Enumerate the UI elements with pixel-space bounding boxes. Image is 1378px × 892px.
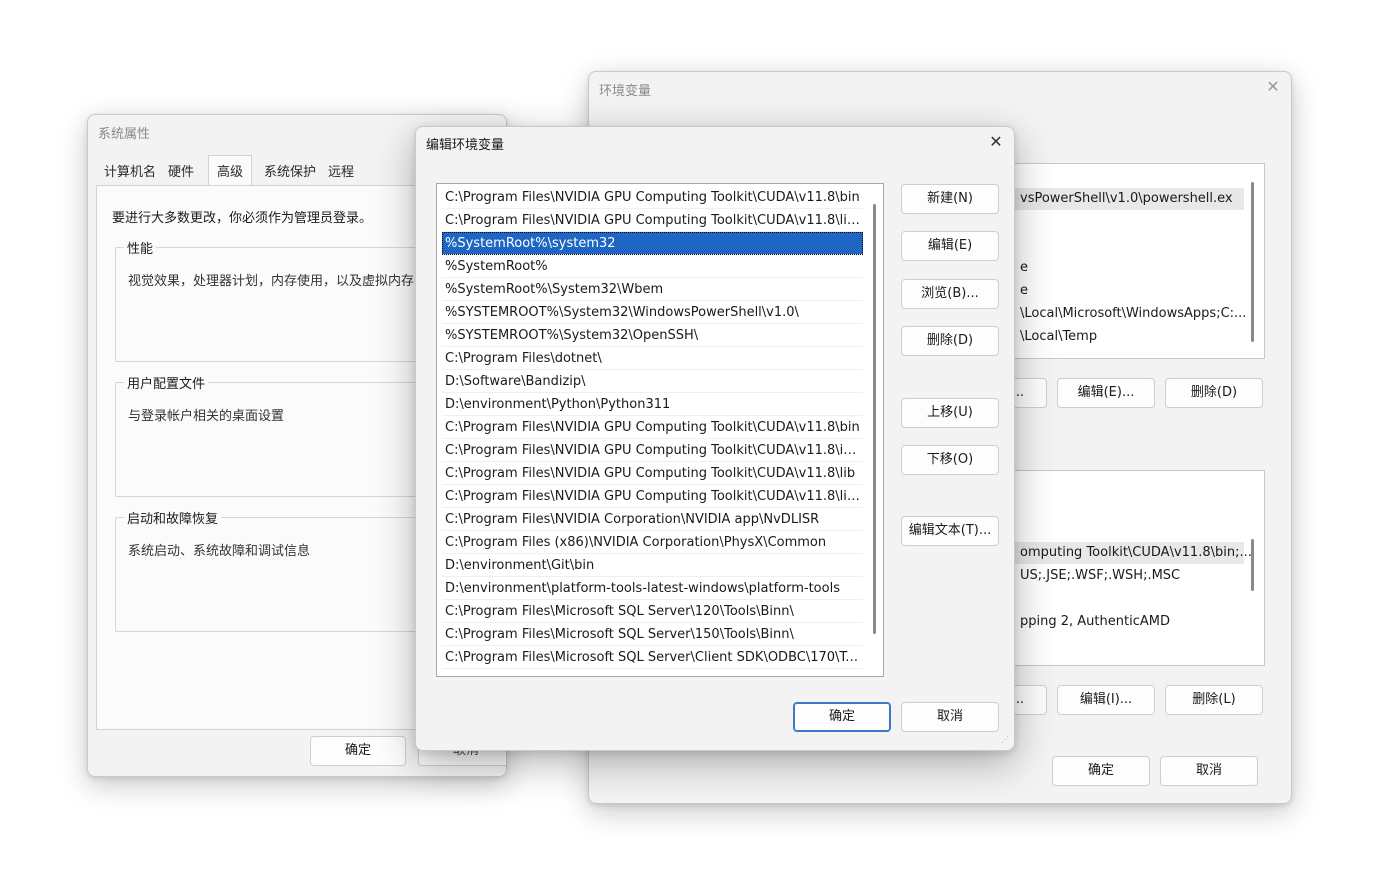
close-icon[interactable]: ✕ (1261, 75, 1285, 99)
envvars-cancel-button[interactable]: 取消 (1160, 756, 1258, 786)
tab-remote[interactable]: 远程 (328, 161, 354, 180)
path-row[interactable]: %SYSTEMROOT%\System32\OpenSSH\ (442, 324, 863, 347)
edit-text-button[interactable]: 编辑文本(T)... (901, 516, 999, 546)
delete-button[interactable]: 删除(D) (901, 326, 999, 356)
user-profiles-title: 用户配置文件 (124, 373, 209, 392)
user-profiles-desc: 与登录帐户相关的桌面设置 (128, 409, 285, 424)
path-row-selected[interactable]: %SystemRoot%\system32 (442, 232, 863, 255)
list-item[interactable]: US;.JSE;.WSF;.WSH;.MSC (1020, 568, 1180, 583)
list-item[interactable]: \Local\Microsoft\WindowsApps;C:... (1020, 306, 1246, 321)
path-row[interactable]: C:\Program Files\NVIDIA GPU Computing To… (442, 439, 863, 462)
user-delete-button[interactable]: 删除(D) (1165, 378, 1263, 408)
path-row[interactable]: D:\environment\Git\bin (442, 554, 863, 577)
admin-notice: 要进行大多数更改，你必须作为管理员登录。 (112, 211, 373, 226)
user-variables-list[interactable]: vsPowerShell\v1.0\powershell.ex e e \Loc… (1013, 163, 1265, 359)
list-item[interactable]: e (1020, 283, 1028, 298)
path-row[interactable]: C:\Program Files\Microsoft SQL Server\Cl… (442, 646, 863, 669)
path-row[interactable]: D:\Software\Bandizip\ (442, 370, 863, 393)
close-icon[interactable]: ✕ (984, 130, 1008, 154)
scrollbar[interactable] (1251, 539, 1254, 591)
path-row[interactable]: C:\Program Files\NVIDIA Corporation\NVID… (442, 508, 863, 531)
performance-title: 性能 (124, 238, 157, 257)
new-button[interactable]: 新建(N) (901, 184, 999, 214)
path-row[interactable]: C:\Program Files\NVIDIA GPU Computing To… (442, 485, 863, 508)
cancel-button[interactable]: 取消 (901, 702, 999, 732)
tab-hardware[interactable]: 硬件 (168, 161, 194, 180)
path-row[interactable]: D:\environment\Python\Python311 (442, 393, 863, 416)
list-item[interactable]: e (1020, 260, 1028, 275)
list-item[interactable]: \Local\Temp (1020, 329, 1097, 344)
path-row[interactable]: %SystemRoot%\System32\Wbem (442, 278, 863, 301)
path-row[interactable]: %SystemRoot% (442, 255, 863, 278)
sysprops-ok-button[interactable]: 确定 (310, 736, 406, 766)
path-row[interactable]: C:\Program Files (x86)\NVIDIA Corporatio… (442, 531, 863, 554)
path-row[interactable]: C:\Program Files\NVIDIA GPU Computing To… (442, 462, 863, 485)
path-list[interactable]: C:\Program Files\NVIDIA GPU Computing To… (436, 183, 884, 677)
window-title: 环境变量 (599, 84, 652, 99)
path-row[interactable]: C:\Program Files\Microsoft SQL Server\15… (442, 623, 863, 646)
tab-computer-name[interactable]: 计算机名 (104, 161, 156, 180)
window-title: 系统属性 (98, 127, 151, 142)
browse-button[interactable]: 浏览(B)... (901, 279, 999, 309)
path-row[interactable]: C:\Program Files\NVIDIA GPU Computing To… (442, 416, 863, 439)
edit-button[interactable]: 编辑(E) (901, 231, 999, 261)
move-up-button[interactable]: 上移(U) (901, 398, 999, 428)
tab-advanced[interactable]: 高级 (208, 155, 253, 185)
ok-button[interactable]: 确定 (793, 702, 891, 732)
path-row[interactable]: C:\Program Files\dotnet\ (442, 347, 863, 370)
list-item[interactable]: pping 2, AuthenticAMD (1020, 614, 1170, 629)
list-item[interactable]: vsPowerShell\v1.0\powershell.ex (1020, 191, 1233, 206)
scrollbar[interactable] (1251, 182, 1254, 342)
system-variables-list[interactable]: omputing Toolkit\CUDA\v11.8\bin;... US;.… (1013, 470, 1265, 666)
edit-environment-variable-dialog: 编辑环境变量 ✕ C:\Program Files\NVIDIA GPU Com… (415, 126, 1015, 751)
move-down-button[interactable]: 下移(O) (901, 445, 999, 475)
list-item[interactable]: omputing Toolkit\CUDA\v11.8\bin;... (1020, 545, 1252, 560)
tab-system-protection[interactable]: 系统保护 (264, 161, 316, 180)
performance-desc: 视觉效果，处理器计划，内存使用，以及虚拟内存 (128, 274, 415, 289)
scrollbar[interactable] (873, 204, 876, 634)
startup-recovery-title: 启动和故障恢复 (124, 508, 222, 527)
startup-recovery-desc: 系统启动、系统故障和调试信息 (128, 544, 311, 559)
path-row[interactable]: C:\Program Files\NVIDIA GPU Computing To… (442, 209, 863, 232)
dialog-title: 编辑环境变量 (426, 138, 505, 153)
envvars-ok-button[interactable]: 确定 (1052, 756, 1150, 786)
user-edit-button[interactable]: 编辑(E)... (1057, 378, 1155, 408)
path-row[interactable]: D:\environment\platform-tools-latest-win… (442, 577, 863, 600)
path-row[interactable]: C:\Program Files\Microsoft SQL Server\12… (442, 600, 863, 623)
system-delete-button[interactable]: 删除(L) (1165, 685, 1263, 715)
path-row[interactable]: %SYSTEMROOT%\System32\WindowsPowerShell\… (442, 301, 863, 324)
system-edit-button[interactable]: 编辑(I)... (1057, 685, 1155, 715)
resize-grip-icon[interactable]: ⋰ (1001, 736, 1011, 747)
path-row[interactable]: C:\Program Files\NVIDIA GPU Computing To… (442, 186, 863, 209)
